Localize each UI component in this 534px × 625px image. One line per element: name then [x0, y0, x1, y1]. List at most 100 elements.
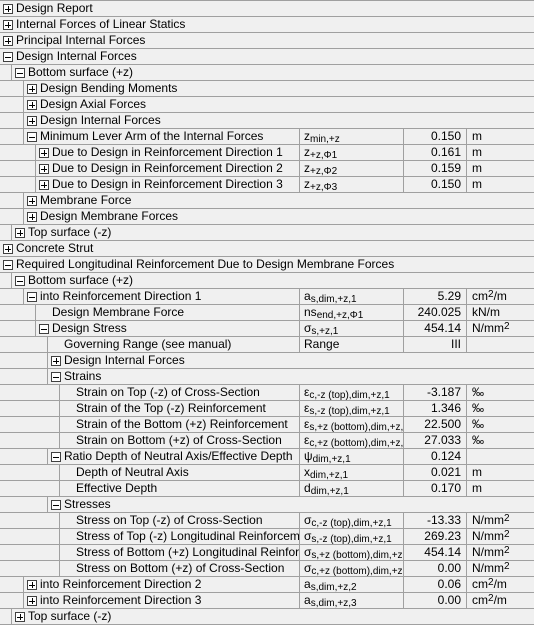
expand-plus-icon[interactable]: [27, 116, 37, 126]
tree-row[interactable]: Due to Design in Reinforcement Direction…: [0, 145, 534, 161]
tree-row[interactable]: Top surface (-z): [0, 225, 534, 241]
expand-plus-icon[interactable]: [15, 228, 25, 238]
tree-row[interactable]: Design Membrane Force nsend,+z,Φ1 240.025 k…: [0, 305, 534, 321]
symbol-cell: Range: [300, 337, 404, 352]
tree-row-label: Stress of Bottom (+z) Longitudinal Reinf…: [76, 545, 300, 559]
symbol-cell: z+z,Φ2: [300, 161, 404, 176]
expand-plus-icon[interactable]: [27, 580, 37, 590]
expand-plus-icon[interactable]: [27, 196, 37, 206]
tree-row-label-cell: Design Bending Moments: [23, 81, 534, 96]
unit-cell: ‰: [468, 433, 484, 448]
unit-exponent: 2: [504, 529, 510, 540]
unit-exponent: 2: [504, 545, 510, 556]
expand-plus-icon[interactable]: [27, 596, 37, 606]
tree-row[interactable]: Strain of the Top (-z) Reinforcement εs,-…: [0, 401, 534, 417]
expand-plus-icon[interactable]: [39, 164, 49, 174]
tree-row[interactable]: Due to Design in Reinforcement Direction…: [0, 177, 534, 193]
unit-exponent: 2: [504, 513, 510, 524]
symbol-subscript: c,+z (bottom),dim,+z,1: [311, 566, 404, 577]
tree-row[interactable]: Concrete Strut: [0, 241, 534, 257]
tree-row[interactable]: Bottom surface (+z): [0, 273, 534, 289]
tree-row[interactable]: Top surface (-z): [0, 609, 534, 625]
tree-row-label-cell: Strain of the Top (-z) Reinforcement: [59, 401, 300, 416]
collapse-minus-icon[interactable]: [3, 52, 13, 62]
tree-row[interactable]: into Reinforcement Direction 1 as,dim,+z,…: [0, 289, 534, 305]
tree-row-label-cell: Design Stress: [35, 321, 300, 336]
tree-row-label: Design Internal Forces: [64, 353, 185, 367]
tree-row-label: Bottom surface (+z): [28, 65, 134, 79]
tree-row[interactable]: Design Internal Forces: [0, 353, 534, 369]
collapse-minus-icon[interactable]: [27, 132, 37, 142]
expand-plus-icon[interactable]: [27, 84, 37, 94]
expand-plus-icon[interactable]: [3, 36, 13, 46]
tree-row[interactable]: Ratio Depth of Neutral Axis/Effective De…: [0, 449, 534, 465]
tree-row[interactable]: Stress of Bottom (+z) Longitudinal Reinf…: [0, 545, 534, 561]
symbol-subscript: c,+z (bottom),dim,+z,1: [309, 438, 404, 449]
expand-plus-icon[interactable]: [15, 612, 25, 622]
collapse-minus-icon[interactable]: [51, 372, 61, 382]
expand-plus-icon[interactable]: [3, 4, 13, 14]
expand-plus-icon[interactable]: [3, 20, 13, 30]
tree-row[interactable]: Internal Forces of Linear Statics: [0, 17, 534, 33]
symbol-cell: nsend,+z,Φ1: [300, 305, 404, 320]
unit-suffix: /m: [493, 289, 507, 303]
tree-row[interactable]: Design Internal Forces: [0, 113, 534, 129]
expand-plus-icon[interactable]: [39, 180, 49, 190]
tree-row[interactable]: Design Axial Forces: [0, 97, 534, 113]
tree-row[interactable]: Required Longitudinal Reinforcement Due …: [0, 257, 534, 273]
value-cell: 0.06: [405, 577, 467, 592]
tree-row-label-cell: Due to Design in Reinforcement Direction…: [35, 177, 300, 192]
tree-row[interactable]: Bottom surface (+z): [0, 65, 534, 81]
tree-row[interactable]: Governing Range (see manual) Range III: [0, 337, 534, 353]
tree-row[interactable]: Strain of the Bottom (+z) Reinforcement ε…: [0, 417, 534, 433]
tree-row[interactable]: Strains: [0, 369, 534, 385]
unit-cell: N/mm2: [468, 513, 510, 528]
collapse-minus-icon[interactable]: [15, 276, 25, 286]
expand-plus-icon[interactable]: [39, 148, 49, 158]
symbol-subscript: min,+z: [310, 134, 340, 145]
tree-row[interactable]: Depth of Neutral Axis xdim,+z,1 0.021 m: [0, 465, 534, 481]
symbol-cell: εs,+z (bottom),dim,+z,1: [300, 417, 404, 432]
tree-row[interactable]: Strain on Top (-z) of Cross-Section εc,-z…: [0, 385, 534, 401]
expand-plus-icon[interactable]: [3, 244, 13, 254]
unit-cell: kN/m: [468, 305, 500, 320]
unit: ‰: [472, 401, 484, 415]
tree-row-label-cell: Stress on Top (-z) of Cross-Section: [59, 513, 300, 528]
tree-row-label: into Reinforcement Direction 2: [40, 577, 202, 591]
tree-row-label: Design Internal Forces: [16, 49, 137, 63]
tree-row[interactable]: Principal Internal Forces: [0, 33, 534, 49]
tree-row[interactable]: Effective Depth ddim,+z,1 0.170 m: [0, 481, 534, 497]
tree-row[interactable]: Design Internal Forces: [0, 49, 534, 65]
collapse-minus-icon[interactable]: [3, 260, 13, 270]
expand-plus-icon[interactable]: [27, 100, 37, 110]
collapse-minus-icon[interactable]: [15, 68, 25, 78]
expand-plus-icon[interactable]: [51, 356, 61, 366]
tree-row[interactable]: Membrane Force: [0, 193, 534, 209]
tree-row[interactable]: into Reinforcement Direction 3 as,dim,+z,…: [0, 593, 534, 609]
tree-row[interactable]: Stress of Top (-z) Longitudinal Reinforc…: [0, 529, 534, 545]
unit: cm: [472, 289, 488, 303]
collapse-minus-icon[interactable]: [51, 452, 61, 462]
tree-row[interactable]: Design Stress σs,+z,1 454.14 N/mm2: [0, 321, 534, 337]
tree-row-label-cell: Design Membrane Forces: [23, 209, 534, 224]
tree-row[interactable]: into Reinforcement Direction 2 as,dim,+z,…: [0, 577, 534, 593]
expand-plus-icon[interactable]: [27, 212, 37, 222]
symbol-subscript: s,dim,+z,1: [310, 294, 357, 305]
tree-row[interactable]: Design Report: [0, 1, 534, 17]
tree-row[interactable]: Design Bending Moments: [0, 81, 534, 97]
tree-row[interactable]: Design Membrane Forces: [0, 209, 534, 225]
tree-row[interactable]: Strain on Bottom (+z) of Cross-Section εc…: [0, 433, 534, 449]
tree-row-label: Strain on Top (-z) of Cross-Section: [76, 385, 260, 399]
symbol-cell: εc,-z (top),dim,+z,1: [300, 385, 404, 400]
tree-row-label: Depth of Neutral Axis: [76, 465, 189, 479]
tree-row[interactable]: Stresses: [0, 497, 534, 513]
tree-row[interactable]: Stress on Top (-z) of Cross-Section σc,-z…: [0, 513, 534, 529]
tree-row[interactable]: Minimum Lever Arm of the Internal Forces…: [0, 129, 534, 145]
collapse-minus-icon[interactable]: [39, 324, 49, 334]
tree-row[interactable]: Stress on Bottom (+z) of Cross-Section σc…: [0, 561, 534, 577]
collapse-minus-icon[interactable]: [51, 500, 61, 510]
tree-row[interactable]: Due to Design in Reinforcement Direction…: [0, 161, 534, 177]
tree-row-label: Minimum Lever Arm of the Internal Forces: [40, 129, 264, 143]
collapse-minus-icon[interactable]: [27, 292, 37, 302]
symbol: ns: [304, 305, 317, 319]
